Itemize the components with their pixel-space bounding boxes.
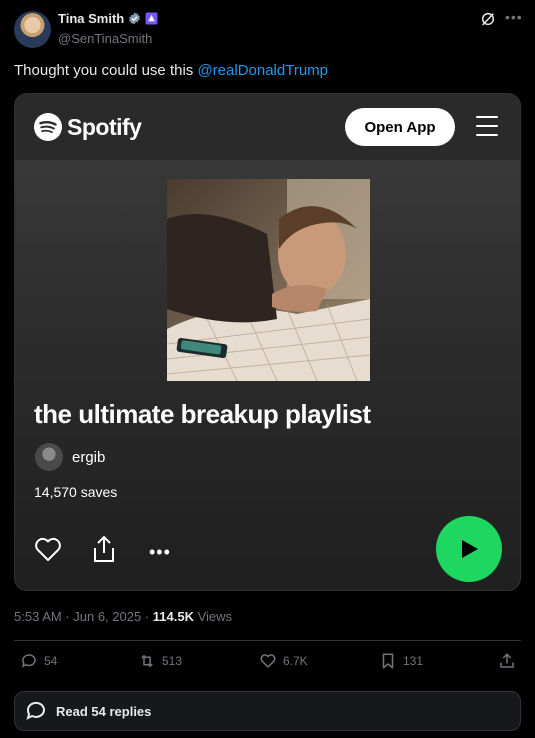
share-icon[interactable]: [92, 535, 116, 563]
bookmark-count: 131: [403, 654, 424, 668]
divider: [14, 640, 521, 641]
more-options-icon[interactable]: •••: [505, 9, 523, 25]
tweet-meta: 5:53 AM · Jun 6, 2025 · 114.5K Views: [14, 609, 232, 624]
timestamp[interactable]: 5:53 AM · Jun 6, 2025 ·: [14, 609, 153, 624]
share-button[interactable]: [498, 652, 516, 670]
reply-count: 54: [44, 654, 58, 668]
government-badge-icon: [145, 12, 158, 25]
spotify-wordmark: Spotify: [67, 114, 142, 140]
repost-icon: [141, 654, 153, 668]
playlist-title[interactable]: the ultimate breakup playlist: [34, 399, 371, 430]
like-count: 6.7K: [283, 654, 308, 668]
spotify-embed-card[interactable]: Spotify Open App the ultimate breakup pl…: [14, 93, 521, 591]
like-button[interactable]: 6.7K: [259, 652, 308, 670]
heart-icon[interactable]: [34, 536, 62, 562]
bookmark-button[interactable]: 131: [379, 652, 423, 670]
more-options-icon[interactable]: •••: [149, 542, 171, 563]
author-name-row: Tina Smith: [58, 11, 158, 26]
author-avatar[interactable]: [14, 11, 51, 48]
like-icon: [260, 654, 276, 668]
tweet-body: Thought you could use this: [14, 62, 198, 79]
replies-bubble-icon: [26, 701, 45, 720]
author-name[interactable]: Tina Smith: [58, 11, 124, 26]
views-label: Views: [193, 609, 233, 624]
read-replies-label: Read 54 replies: [56, 703, 152, 719]
views-count: 114.5K: [152, 609, 194, 624]
owner-avatar[interactable]: [35, 443, 63, 471]
repost-count: 513: [162, 654, 183, 668]
reply-icon: [21, 654, 36, 668]
spotify-logo-icon: [34, 113, 62, 141]
repost-button[interactable]: 513: [138, 652, 182, 670]
mention-link[interactable]: @realDonaldTrump: [197, 62, 328, 79]
play-icon: [462, 540, 478, 558]
saves-count: 14,570 saves: [34, 484, 118, 500]
verified-badge-icon: [129, 12, 141, 25]
reply-button[interactable]: 54: [20, 652, 57, 670]
bookmark-icon: [382, 653, 394, 669]
owner-name[interactable]: ergib: [72, 449, 105, 466]
grok-icon[interactable]: [480, 11, 496, 27]
share-tweet-icon: [500, 653, 514, 668]
play-button[interactable]: [436, 516, 502, 582]
menu-icon[interactable]: [476, 116, 498, 136]
open-app-button[interactable]: Open App: [345, 108, 455, 146]
playlist-cover-image: [167, 179, 370, 381]
tweet-text: Thought you could use this @realDonaldTr…: [14, 62, 328, 79]
read-replies-button[interactable]: Read 54 replies: [14, 691, 521, 731]
author-handle[interactable]: @SenTinaSmith: [58, 31, 152, 46]
